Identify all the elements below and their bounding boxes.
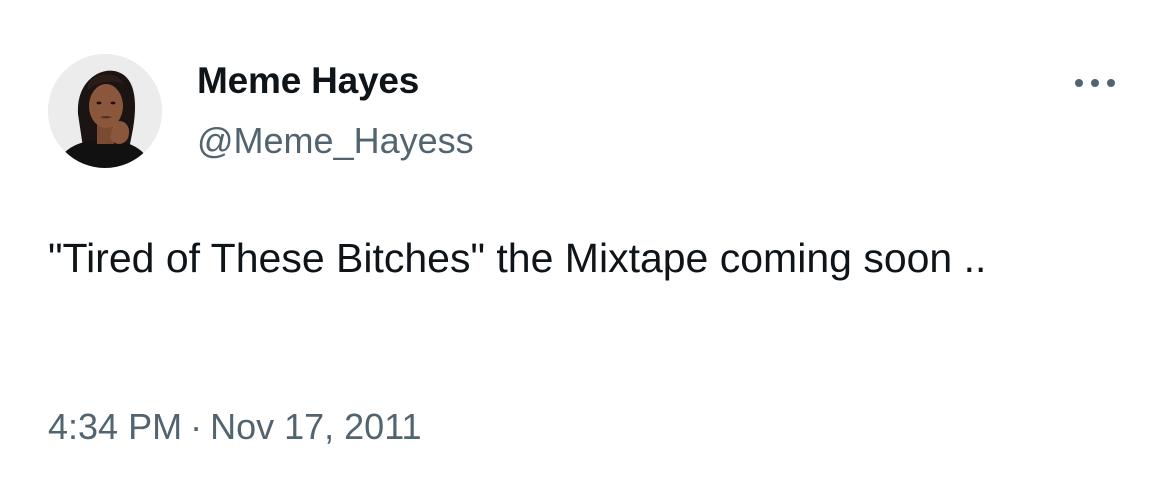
avatar[interactable]: [48, 54, 162, 168]
more-options-button[interactable]: [1070, 68, 1124, 98]
tweet-card: Meme Hayes @Meme_Hayess "Tired of These …: [0, 0, 1170, 500]
more-horizontal-icon: [1075, 79, 1115, 87]
profile-photo-icon: [48, 54, 162, 168]
tweet-date[interactable]: Nov 17, 2011: [210, 406, 421, 447]
tweet-time[interactable]: 4:34 PM: [48, 406, 182, 447]
author-display-name[interactable]: Meme Hayes: [197, 60, 419, 102]
timestamp-separator: ·: [190, 406, 203, 447]
author-handle[interactable]: @Meme_Hayess: [197, 120, 474, 162]
tweet-timestamp[interactable]: 4:34 PM · Nov 17, 2011: [48, 406, 422, 448]
tweet-text: "Tired of These Bitches" the Mixtape com…: [48, 235, 987, 281]
